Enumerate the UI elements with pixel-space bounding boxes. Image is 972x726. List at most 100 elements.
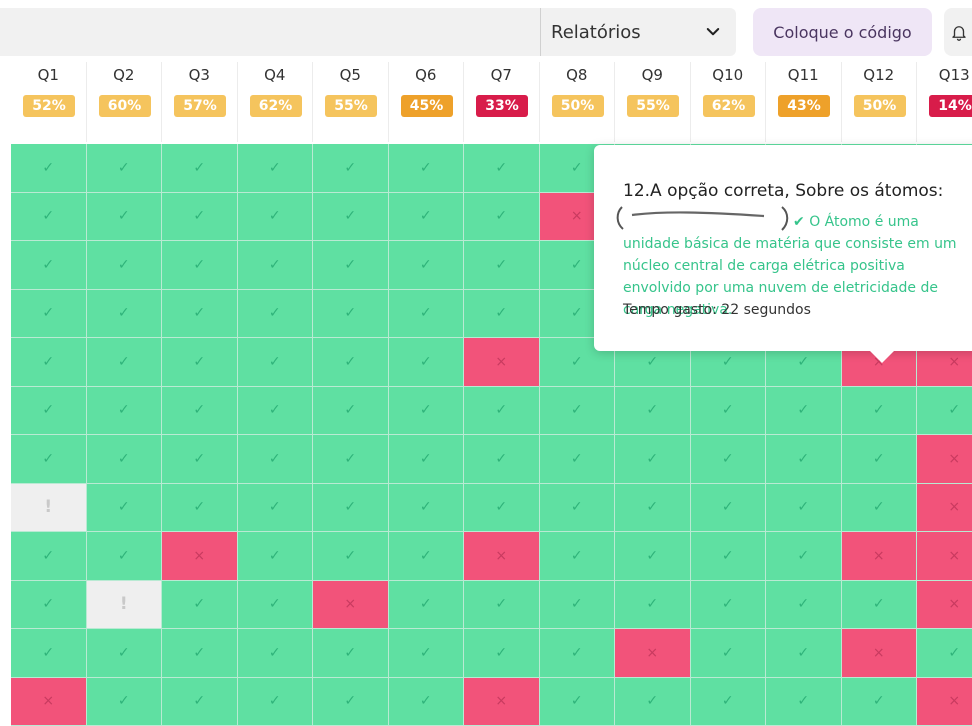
wrong-cell[interactable]: × [917,435,972,484]
correct-cell[interactable]: ✓ [238,581,314,630]
wrong-cell[interactable]: × [917,581,972,630]
correct-cell[interactable]: ✓ [766,435,842,484]
question-column-header[interactable]: Q357% [162,62,238,142]
correct-cell[interactable]: ✓ [766,629,842,678]
correct-cell[interactable]: ✓ [162,435,238,484]
question-column-header[interactable]: Q850% [540,62,616,142]
correct-cell[interactable]: ✓ [313,678,389,726]
correct-cell[interactable]: ✓ [842,435,918,484]
question-column-header[interactable]: Q645% [389,62,465,142]
correct-cell[interactable]: ✓ [87,678,163,726]
correct-cell[interactable]: ✓ [691,484,767,533]
correct-cell[interactable]: ✓ [11,290,87,339]
correct-cell[interactable]: ✓ [540,435,616,484]
correct-cell[interactable]: ✓ [917,387,972,436]
correct-cell[interactable]: ✓ [11,241,87,290]
correct-cell[interactable]: ✓ [389,484,465,533]
correct-cell[interactable]: ✓ [540,387,616,436]
wrong-cell[interactable]: × [464,678,540,726]
correct-cell[interactable]: ✓ [842,387,918,436]
question-column-header[interactable]: Q152% [11,62,87,142]
unanswered-cell[interactable]: ! [87,581,163,630]
correct-cell[interactable]: ✓ [389,193,465,242]
question-column-header[interactable]: Q1314% [917,62,972,142]
wrong-cell[interactable]: × [464,532,540,581]
wrong-cell[interactable]: × [464,338,540,387]
correct-cell[interactable]: ✓ [313,532,389,581]
correct-cell[interactable]: ✓ [238,387,314,436]
question-column-header[interactable]: Q1062% [691,62,767,142]
correct-cell[interactable]: ✓ [389,241,465,290]
correct-cell[interactable]: ✓ [464,435,540,484]
correct-cell[interactable]: ✓ [313,144,389,193]
correct-cell[interactable]: ✓ [691,629,767,678]
question-column-header[interactable]: Q1143% [766,62,842,142]
correct-cell[interactable]: ✓ [464,193,540,242]
correct-cell[interactable]: ✓ [389,532,465,581]
correct-cell[interactable]: ✓ [766,581,842,630]
question-column-header[interactable]: Q733% [464,62,540,142]
correct-cell[interactable]: ✓ [313,338,389,387]
wrong-cell[interactable]: × [162,532,238,581]
correct-cell[interactable]: ✓ [162,338,238,387]
correct-cell[interactable]: ✓ [691,435,767,484]
correct-cell[interactable]: ✓ [162,581,238,630]
correct-cell[interactable]: ✓ [691,678,767,726]
correct-cell[interactable]: ✓ [87,629,163,678]
correct-cell[interactable]: ✓ [540,532,616,581]
correct-cell[interactable]: ✓ [389,290,465,339]
correct-cell[interactable]: ✓ [464,629,540,678]
reports-dropdown[interactable]: Relatórios [540,8,736,56]
correct-cell[interactable]: ✓ [691,532,767,581]
question-column-header[interactable]: Q555% [313,62,389,142]
correct-cell[interactable]: ✓ [313,435,389,484]
unanswered-cell[interactable]: ! [11,484,87,533]
correct-cell[interactable]: ✓ [540,581,616,630]
correct-cell[interactable]: ✓ [389,144,465,193]
correct-cell[interactable]: ✓ [540,484,616,533]
correct-cell[interactable]: ✓ [842,678,918,726]
correct-cell[interactable]: ✓ [11,193,87,242]
correct-cell[interactable]: ✓ [615,435,691,484]
correct-cell[interactable]: ✓ [87,532,163,581]
correct-cell[interactable]: ✓ [615,484,691,533]
correct-cell[interactable]: ✓ [615,678,691,726]
correct-cell[interactable]: ✓ [11,581,87,630]
correct-cell[interactable]: ✓ [238,241,314,290]
correct-cell[interactable]: ✓ [11,532,87,581]
correct-cell[interactable]: ✓ [238,435,314,484]
wrong-cell[interactable]: × [313,581,389,630]
correct-cell[interactable]: ✓ [238,484,314,533]
correct-cell[interactable]: ✓ [238,629,314,678]
correct-cell[interactable]: ✓ [615,581,691,630]
correct-cell[interactable]: ✓ [162,629,238,678]
correct-cell[interactable]: ✓ [389,387,465,436]
correct-cell[interactable]: ✓ [766,387,842,436]
correct-cell[interactable]: ✓ [162,193,238,242]
question-column-header[interactable]: Q260% [87,62,163,142]
correct-cell[interactable]: ✓ [464,387,540,436]
wrong-cell[interactable]: × [917,484,972,533]
correct-cell[interactable]: ✓ [313,484,389,533]
correct-cell[interactable]: ✓ [238,290,314,339]
correct-cell[interactable]: ✓ [11,435,87,484]
question-column-header[interactable]: Q955% [615,62,691,142]
correct-cell[interactable]: ✓ [313,241,389,290]
correct-cell[interactable]: ✓ [313,387,389,436]
correct-cell[interactable]: ✓ [766,678,842,726]
correct-cell[interactable]: ✓ [162,387,238,436]
correct-cell[interactable]: ✓ [842,581,918,630]
correct-cell[interactable]: ✓ [615,387,691,436]
correct-cell[interactable]: ✓ [691,387,767,436]
correct-cell[interactable]: ✓ [11,144,87,193]
correct-cell[interactable]: ✓ [238,678,314,726]
correct-cell[interactable]: ✓ [766,532,842,581]
correct-cell[interactable]: ✓ [313,193,389,242]
wrong-cell[interactable]: × [917,532,972,581]
correct-cell[interactable]: ✓ [87,338,163,387]
correct-cell[interactable]: ✓ [766,484,842,533]
correct-cell[interactable]: ✓ [389,629,465,678]
wrong-cell[interactable]: × [842,629,918,678]
correct-cell[interactable]: ✓ [162,484,238,533]
correct-cell[interactable]: ✓ [540,629,616,678]
